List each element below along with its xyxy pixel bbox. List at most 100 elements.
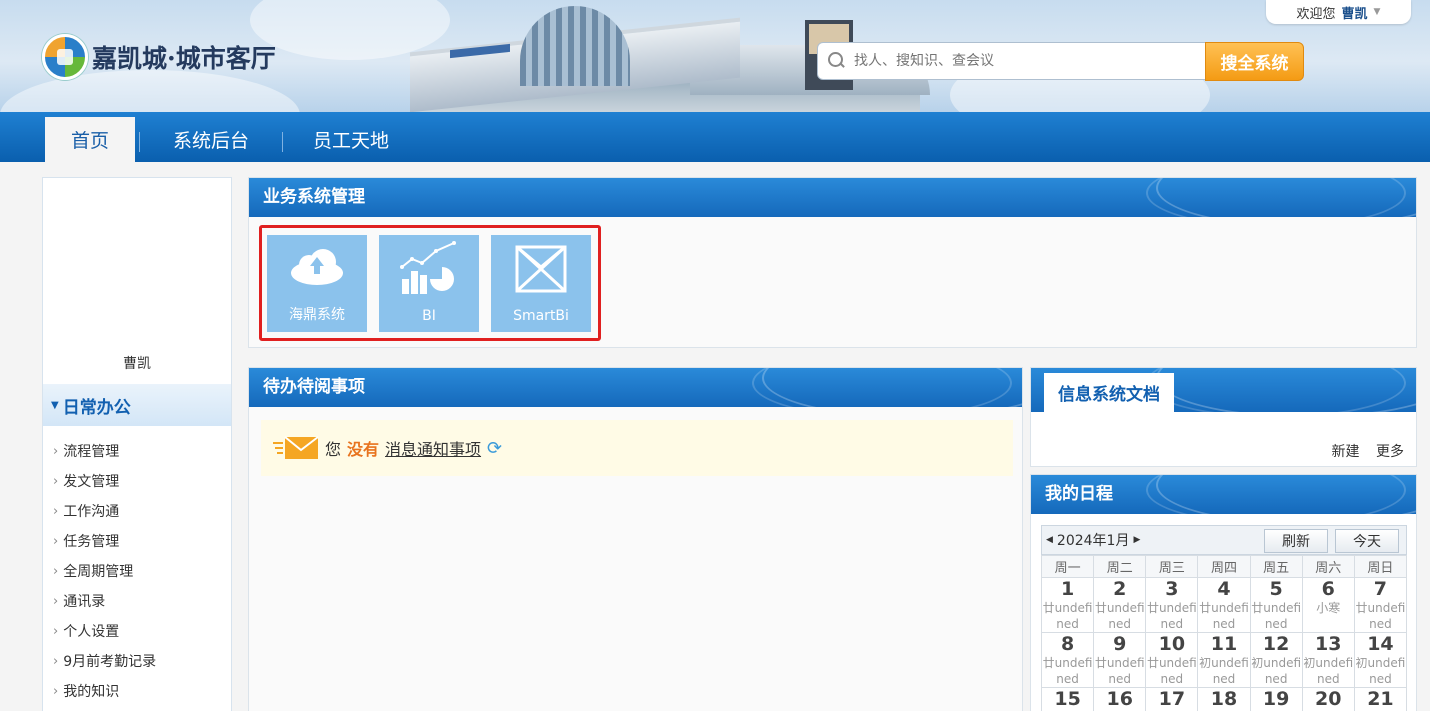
calendar-day-cell[interactable]: 19初undefined bbox=[1249, 687, 1303, 711]
calendar-day-cell[interactable]: 9 廿undefined bbox=[1093, 632, 1147, 688]
calendar-day-cell[interactable]: 15初undefined bbox=[1040, 687, 1095, 711]
tab-system-admin[interactable]: 系统后台 bbox=[165, 117, 257, 162]
calendar-refresh-button[interactable]: 刷新 bbox=[1264, 529, 1328, 553]
calendar-day-cell[interactable]: 21初undefined bbox=[1353, 687, 1408, 711]
sidebar-item-knowledge[interactable]: › 我的知识 bbox=[53, 676, 231, 706]
main-nav: 首页 系统后台 员工天地 bbox=[0, 112, 1430, 162]
calendar-day-number: 19 bbox=[1262, 688, 1290, 711]
chevron-right-icon: › bbox=[53, 653, 59, 669]
tile-label: SmartBi bbox=[513, 308, 569, 324]
more-docs-link[interactable]: 更多 bbox=[1376, 444, 1404, 460]
calendar-week-row: 1 廿undefined 2 廿undefined 3 廿undefined 4 廿undef… bbox=[1040, 577, 1408, 633]
sidebar-item-communication[interactable]: › 工作沟通 bbox=[53, 496, 231, 526]
todo-panel: 待办待阅事项 您 没有 消息通知事项 ⟳ bbox=[248, 367, 1023, 711]
calendar-day-number: 1 bbox=[1060, 578, 1075, 601]
chevron-right-icon: › bbox=[53, 473, 59, 489]
sidebar-item-settings[interactable]: › 个人设置 bbox=[53, 616, 231, 646]
chevron-right-icon: › bbox=[53, 563, 59, 579]
calendar-day-cell[interactable]: 4 廿undefined bbox=[1197, 577, 1251, 633]
calendar-lunar-text: 廿undefined bbox=[1042, 601, 1093, 631]
calendar-lunar-text: 廿undefined bbox=[1251, 601, 1302, 631]
calendar-day-number: 9 bbox=[1113, 633, 1127, 656]
panel-header: 信息系统文档 bbox=[1031, 368, 1416, 412]
tile-haiding[interactable]: 海鼎系统 bbox=[267, 235, 367, 332]
calendar-day-cell[interactable]: 1 廿undefined bbox=[1040, 577, 1095, 633]
calendar-grid: 周一 周二 周三 周四 周五 周六 周日 1 廿undefined 2 廿undefi… bbox=[1040, 555, 1408, 711]
calendar-month: 2024年1月 bbox=[1056, 533, 1130, 549]
sidebar-item-documents[interactable]: › 发文管理 bbox=[53, 466, 231, 496]
calendar-day-cell[interactable]: 11 初undefined bbox=[1197, 632, 1251, 688]
calendar-day-number: 12 bbox=[1262, 633, 1290, 656]
prev-month-icon[interactable]: ◀ bbox=[1046, 535, 1053, 545]
chart-icon bbox=[400, 241, 456, 294]
calendar-day-number: 8 bbox=[1060, 633, 1075, 656]
daily-office-title: 日常办公 bbox=[62, 397, 131, 418]
welcome-text: 欢迎您 bbox=[1296, 6, 1336, 22]
next-month-icon[interactable]: ▶ bbox=[1133, 535, 1140, 545]
todo-none: 没有 bbox=[347, 440, 380, 459]
refresh-icon[interactable]: ⟳ bbox=[487, 438, 502, 459]
sidebar-item-contacts[interactable]: › 通讯录 bbox=[53, 586, 231, 616]
calendar-day-cell[interactable]: 12 初undefined bbox=[1249, 632, 1303, 688]
sidebar-item-lifecycle[interactable]: › 全周期管理 bbox=[53, 556, 231, 586]
calendar-day-number: 18 bbox=[1210, 688, 1238, 711]
calendar-day-cell[interactable]: 20初undefined bbox=[1301, 687, 1355, 711]
calendar-day-number: 2 bbox=[1113, 578, 1127, 601]
logo[interactable]: 嘉凯城·城市客厅 bbox=[42, 34, 276, 80]
daily-office-header[interactable]: ▼ 日常办公 bbox=[43, 384, 231, 426]
notifications-link[interactable]: 消息通知事项 bbox=[385, 436, 481, 460]
calendar-lunar-text: 廿undefined bbox=[1094, 656, 1145, 686]
chevron-right-icon: › bbox=[53, 503, 59, 519]
sidebar-item-process[interactable]: › 流程管理 bbox=[53, 436, 231, 466]
tile-smartbi[interactable]: SmartBi bbox=[491, 235, 591, 332]
tab-home[interactable]: 首页 bbox=[45, 117, 135, 162]
triangle-down-icon: ▼ bbox=[51, 399, 59, 411]
calendar-day-cell[interactable]: 10 廿undefined bbox=[1145, 632, 1199, 688]
calendar-day-number: 15 bbox=[1054, 688, 1081, 711]
todo-message: 您 没有 消息通知事项 ⟳ bbox=[261, 420, 1013, 476]
search-button[interactable]: 搜全系统 bbox=[1205, 42, 1304, 81]
calendar-day-cell[interactable]: 6 小寒 bbox=[1301, 577, 1355, 633]
calendar-day-cell[interactable]: 14 初undefined bbox=[1353, 632, 1408, 688]
welcome-menu[interactable]: 欢迎您 曹凯 ▼ bbox=[1266, 0, 1411, 24]
tab-staff-world[interactable]: 员工天地 bbox=[305, 117, 397, 162]
calendar-day-cell[interactable]: 2 廿undefined bbox=[1093, 577, 1147, 633]
calendar-day-cell[interactable]: 18初undefined bbox=[1197, 687, 1251, 711]
calendar-lunar-text: 廿undefined bbox=[1146, 656, 1197, 686]
calendar-day-number: 4 bbox=[1217, 578, 1231, 601]
chevron-right-icon: › bbox=[53, 593, 59, 609]
calendar-day-cell[interactable]: 7 廿undefined bbox=[1353, 577, 1408, 633]
tab-info-docs[interactable]: 信息系统文档 bbox=[1044, 373, 1174, 412]
calendar-day-number: 21 bbox=[1367, 688, 1394, 711]
calendar-today-button[interactable]: 今天 bbox=[1335, 529, 1399, 553]
business-systems-panel: 业务系统管理 海鼎系统 BI SmartBi bbox=[248, 177, 1417, 348]
calendar-day-cell[interactable]: 16初undefined bbox=[1093, 687, 1147, 711]
calendar-day-number: 20 bbox=[1315, 688, 1342, 711]
current-user-name: 曹凯 bbox=[1341, 6, 1368, 22]
logo-icon bbox=[42, 34, 88, 80]
calendar-day-cell[interactable]: 8 廿undefined bbox=[1040, 632, 1095, 688]
calendar-day-cell[interactable]: 3 廿undefined bbox=[1145, 577, 1199, 633]
chevron-down-icon: ▼ bbox=[1373, 7, 1381, 17]
weekday-header: 周日 bbox=[1353, 555, 1408, 578]
docs-panel: 信息系统文档 新建 更多 bbox=[1030, 367, 1417, 467]
tile-bi[interactable]: BI bbox=[379, 235, 479, 332]
cloud-upload-icon bbox=[291, 249, 343, 285]
calendar-day-number: 10 bbox=[1158, 633, 1186, 656]
calendar-lunar-text: 廿undefined bbox=[1199, 601, 1249, 631]
weekday-header: 周四 bbox=[1197, 555, 1251, 578]
weekday-header: 周一 bbox=[1040, 555, 1095, 578]
calendar-day-number: 14 bbox=[1367, 633, 1394, 656]
panel-header: 待办待阅事项 bbox=[249, 368, 1022, 407]
sidebar-item-tasks[interactable]: › 任务管理 bbox=[53, 526, 231, 556]
calendar-day-cell[interactable]: 13 初undefined bbox=[1301, 632, 1355, 688]
todo-you: 您 bbox=[325, 440, 342, 459]
new-doc-link[interactable]: 新建 bbox=[1332, 444, 1360, 460]
calendar-lunar-text: 廿undefined bbox=[1094, 601, 1145, 631]
search-input[interactable] bbox=[854, 53, 1184, 69]
weekday-header: 周三 bbox=[1145, 555, 1199, 578]
calendar-day-cell[interactable]: 17初undefined bbox=[1145, 687, 1199, 711]
left-sidebar: 曹凯 ▼ 日常办公 › 流程管理 › 发文管理 › 工作沟通 › 任务管理 › 全周期管理… bbox=[42, 177, 232, 711]
sidebar-item-attendance[interactable]: › 9月前考勤记录 bbox=[53, 646, 231, 676]
calendar-day-cell[interactable]: 5 廿undefined bbox=[1249, 577, 1303, 633]
